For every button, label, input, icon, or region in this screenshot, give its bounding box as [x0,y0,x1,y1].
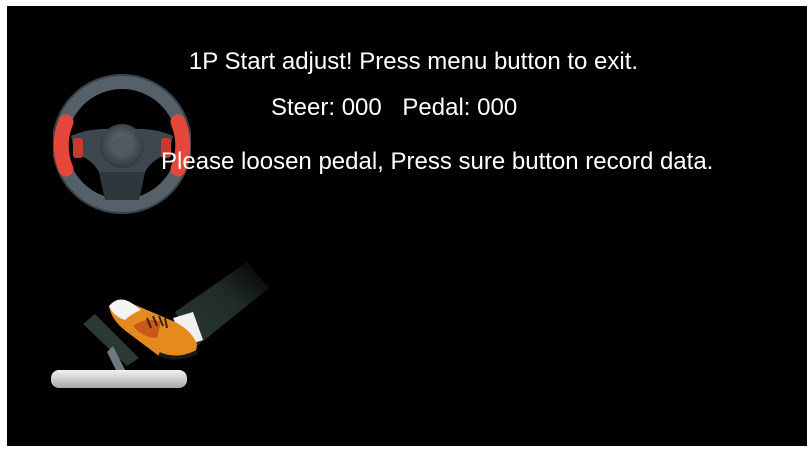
calibration-readout: Steer: 000 Pedal: 000 [271,94,517,122]
calibration-screen: 1P Start adjust! Press menu button to ex… [7,6,807,446]
foot-on-pedal-icon [51,262,269,388]
steering-wheel-icon [53,74,191,214]
calibration-title: 1P Start adjust! Press menu button to ex… [188,48,639,75]
steer-value: Steer: 000 [271,94,382,121]
pedal-value: Pedal: 000 [402,94,518,121]
calibration-hint: Please loosen pedal, Press sure button r… [161,148,714,175]
